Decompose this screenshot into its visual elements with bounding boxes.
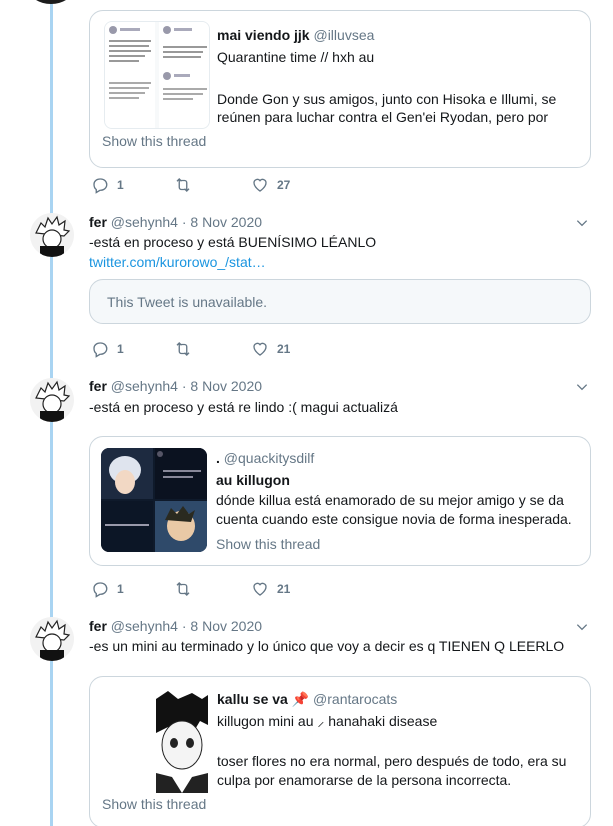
avatar[interactable] [30,378,74,422]
retweet-button[interactable] [173,579,201,599]
like-button[interactable]: 21 [251,339,290,359]
quoted-tweet-card[interactable]: mai viendo jjk @illuvsea Quarantine time… [89,10,591,168]
author-name[interactable]: fer [89,214,107,230]
tweet-header: fer @sehynh4 · 8 Nov 2020 [89,618,262,634]
like-icon [253,582,267,596]
quoted-user-handle[interactable]: @illuvsea [313,27,374,43]
chevron-down-icon[interactable] [575,380,589,394]
reply-icon [93,582,108,598]
quoted-tweet-user[interactable]: mai viendo jjk @illuvsea [217,27,374,43]
tweet-link[interactable]: twitter.com/kurorowo_/stat… [89,254,266,270]
author-handle[interactable]: @sehynh4 [111,618,178,634]
quoted-tweet-line2: toser flores no era normal, pero después… [217,753,567,769]
like-count: 21 [277,582,291,596]
tweet-actions: 1 21 [89,579,389,599]
tweet-date[interactable]: 8 Nov 2020 [190,618,262,634]
quoted-tweet-thumbnail [101,448,207,552]
retweet-button[interactable] [173,339,201,359]
retweet-icon [176,178,190,192]
tweet-header: fer @sehynh4 · 8 Nov 2020 [89,214,262,230]
author-name[interactable]: fer [89,378,107,394]
retweet-icon [176,582,190,596]
timeline: mai viendo jjk @illuvsea Quarantine time… [0,0,613,826]
quoted-user-name[interactable]: kallu se va [217,691,288,707]
like-button[interactable]: 21 [251,579,290,599]
tweet-date[interactable]: 8 Nov 2020 [190,378,262,394]
unavailable-notice: This Tweet is unavailable. [107,294,268,310]
tweet-text: -está en proceso y está BUENÍSIMO LÉANLO [89,234,377,250]
tweet-actions: 1 21 [89,339,389,359]
quoted-tweet-line2: Donde Gon y sus amigos, junto con Hisoka… [217,91,557,107]
reply-icon [93,342,108,358]
reply-icon [93,178,108,194]
show-thread-link[interactable]: Show this thread [102,133,206,149]
reply-button[interactable]: 1 [91,579,124,599]
quoted-tweet-card[interactable]: . @quackitysdilf au killugon dónde killu… [89,436,591,566]
separator: · [181,618,187,634]
show-thread-link[interactable]: Show this thread [102,796,206,812]
author-name[interactable]: fer [89,618,107,634]
quoted-tweet-line3: culpa por enamorarse de la persona incor… [217,772,512,788]
quoted-tweet-line2: cuenta cuando este consigue novia de for… [216,511,572,527]
quoted-tweet-card[interactable]: kallu se va 📌 @rantarocats killugon mini… [89,676,591,826]
quoted-user-name[interactable]: mai viendo jjk [217,27,310,43]
quoted-user-handle[interactable]: @rantarocats [313,691,397,707]
unavailable-tweet-card: This Tweet is unavailable. [89,279,591,324]
tweet-text: -es un mini au terminado y lo único que … [89,638,565,654]
reply-count: 1 [117,582,124,596]
retweet-button[interactable] [173,175,201,195]
quoted-tweet-line1: killugon mini au ⸝ hanahaki disease [217,713,438,729]
quoted-user-name[interactable]: . [216,450,220,466]
like-count: 21 [277,342,291,356]
show-thread-link[interactable]: Show this thread [216,536,320,552]
reply-button[interactable]: 1 [91,339,124,359]
tweet-date[interactable]: 8 Nov 2020 [190,214,262,230]
avatar[interactable] [30,213,74,257]
quoted-tweet-line1: dónde killua está enamorado de su mejor … [216,492,564,508]
quoted-tweet-line1: Quarantine time // hxh au [217,49,375,65]
separator: · [181,378,187,394]
quoted-tweet-title: au killugon [216,472,290,488]
chevron-down-icon[interactable] [575,216,589,230]
quoted-tweet-thumbnail [104,21,210,129]
tweet-actions: 1 27 [89,175,389,195]
quoted-tweet-line3: reúnen para luchar contra el Gen'ei Ryod… [217,109,549,125]
quoted-user-handle[interactable]: @quackitysdilf [224,450,314,466]
author-handle[interactable]: @sehynh4 [111,378,178,394]
like-icon [253,178,267,192]
avatar[interactable] [30,617,74,661]
tweet-header: fer @sehynh4 · 8 Nov 2020 [89,378,262,394]
reply-count: 1 [117,342,124,356]
reply-count: 1 [117,178,124,192]
chevron-down-icon[interactable] [575,620,589,634]
quoted-tweet-user[interactable]: . @quackitysdilf [216,450,314,466]
author-handle[interactable]: @sehynh4 [111,214,178,230]
like-icon [253,342,267,356]
separator: · [181,214,187,230]
reply-button[interactable]: 1 [91,175,124,195]
avatar-partial[interactable] [29,0,73,4]
retweet-icon [176,342,190,356]
tweet-text: -está en proceso y está re lindo :( magu… [89,399,398,415]
quoted-tweet-thumbnail [156,689,208,793]
quoted-tweet-user[interactable]: kallu se va 📌 @rantarocats [217,691,397,708]
like-count: 27 [277,178,291,192]
like-button[interactable]: 27 [251,175,290,195]
pushpin-icon: 📌 [291,691,310,707]
